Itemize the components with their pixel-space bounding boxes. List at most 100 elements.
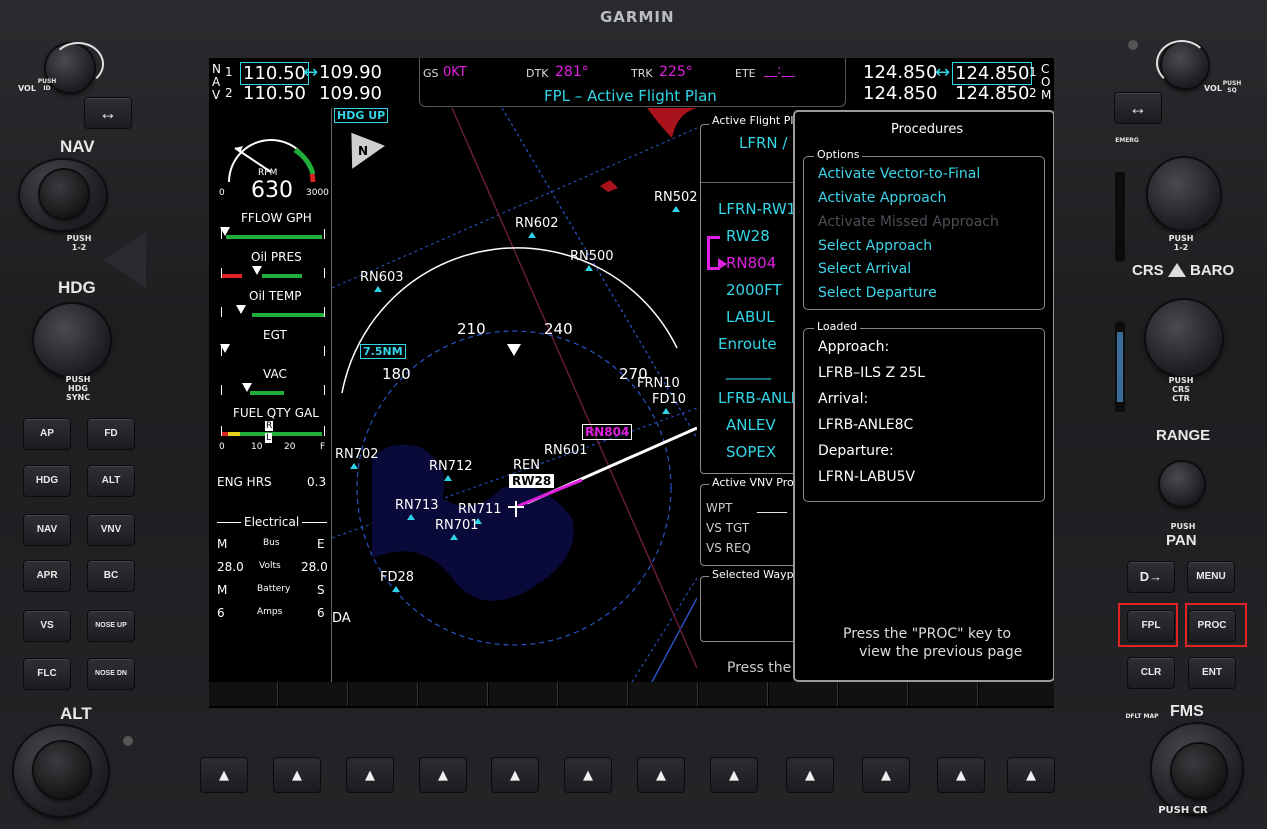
fpl-row-9[interactable]: SOPEX: [726, 443, 776, 461]
amps-left: 6: [217, 606, 225, 620]
com-knob[interactable]: [1148, 158, 1220, 230]
vs-button[interactable]: VS: [23, 610, 71, 642]
softkey-6[interactable]: ▲: [564, 757, 612, 793]
com1-standby-freq[interactable]: 124.850: [952, 62, 1033, 85]
alt-knob-inner[interactable]: [34, 742, 90, 798]
waypoint-rn601[interactable]: RN601: [544, 443, 588, 458]
clr-button[interactable]: CLR: [1127, 657, 1175, 689]
nose-dn-button[interactable]: NOSE DN: [87, 658, 135, 690]
softkey-11[interactable]: ▲: [937, 757, 985, 793]
direct-to-button[interactable]: D→: [1127, 561, 1175, 593]
ap-button[interactable]: AP: [23, 418, 71, 450]
waypoint-rn603-icon: [374, 286, 382, 292]
option-activate-vtf[interactable]: Activate Vector-to-Final: [818, 166, 980, 182]
waypoint-rn602[interactable]: RN602: [515, 216, 559, 231]
hdg-knob[interactable]: [34, 304, 110, 376]
fuel-green: [240, 432, 322, 436]
oil-temp-label: Oil TEMP: [249, 289, 302, 303]
waypoint-rn500[interactable]: RN500: [570, 249, 614, 264]
waypoint-frn10[interactable]: FRN10: [637, 376, 680, 391]
oil-pres-bar: [221, 266, 325, 278]
crs-baro-knob[interactable]: [1146, 300, 1222, 376]
fuel-right-marker: R: [265, 421, 274, 431]
option-activate-approach[interactable]: Activate Approach: [818, 190, 946, 206]
softkey-7[interactable]: ▲: [637, 757, 685, 793]
map-area[interactable]: HDG UP N 7.5NM 180 210 240 270 RN502 RN6…: [332, 108, 697, 682]
softkey-2[interactable]: ▲: [273, 757, 321, 793]
fpl-row-3[interactable]: 2000FT: [726, 281, 782, 299]
dtk-label: DTK: [526, 67, 549, 80]
nav1-index: 1: [225, 65, 233, 79]
softkey-1[interactable]: ▲: [200, 757, 248, 793]
procedures-title: Procedures: [891, 122, 964, 137]
fuel-mark-0: 0: [219, 442, 225, 452]
option-select-departure[interactable]: Select Departure: [818, 285, 937, 301]
fpl-row-5[interactable]: Enroute: [718, 335, 777, 353]
nose-up-button[interactable]: NOSE UP: [87, 610, 135, 642]
amps-label: Amps: [257, 607, 283, 617]
bc-button[interactable]: BC: [87, 560, 135, 592]
fd-button[interactable]: FD: [87, 418, 135, 450]
vnv-dashes: _____: [757, 499, 787, 513]
softkey-9[interactable]: ▲: [786, 757, 834, 793]
nav-button[interactable]: NAV: [23, 514, 71, 546]
nav-swap-button[interactable]: ↔: [84, 97, 132, 129]
loaded-departure-label: Departure:: [818, 443, 894, 459]
fms-knob-inner[interactable]: [1172, 744, 1226, 798]
waypoint-rn711[interactable]: RN711: [458, 502, 502, 517]
alt-button[interactable]: ALT: [87, 465, 135, 497]
fpl-row-8[interactable]: ANLEV: [726, 416, 776, 434]
bus-m: M: [217, 537, 228, 551]
egt-pointer: [220, 344, 230, 353]
softkey-12[interactable]: ▲: [1007, 757, 1055, 793]
electrical-label: Electrical: [241, 515, 303, 529]
waypoint-rn804[interactable]: RN804: [582, 424, 633, 440]
softkey-8[interactable]: ▲: [710, 757, 758, 793]
softkey-3[interactable]: ▲: [346, 757, 394, 793]
fuel-yellow: [228, 432, 240, 436]
option-select-arrival[interactable]: Select Arrival: [818, 261, 911, 277]
hdg-button[interactable]: HDG: [23, 465, 71, 497]
waypoint-rn702[interactable]: RN702: [335, 447, 379, 462]
waypoint-fd10[interactable]: FD10: [652, 392, 686, 407]
nav-letter-a: A: [212, 75, 221, 89]
options-header: Options: [814, 148, 863, 161]
ent-button[interactable]: ENT: [1188, 657, 1236, 689]
waypoint-rn712[interactable]: RN712: [429, 459, 473, 474]
right-indicator-dot: [1128, 40, 1138, 50]
nav-knob-inner[interactable]: [40, 170, 88, 218]
selected-waypoint-box: [700, 576, 802, 642]
waypoint-rw28[interactable]: RW28: [509, 474, 555, 488]
waypoint-ren[interactable]: REN: [513, 458, 540, 473]
fpl-row-1[interactable]: RW28: [726, 227, 770, 245]
loaded-approach-value: LFRB–ILS Z 25L: [818, 365, 926, 381]
waypoint-fd28[interactable]: FD28: [380, 570, 414, 585]
flc-button[interactable]: FLC: [23, 658, 71, 690]
oil-pres-pointer: [252, 266, 262, 275]
fflow-label: FFLOW GPH: [241, 211, 312, 225]
options-box[interactable]: Options Activate Vector-to-Final Activat…: [803, 148, 1045, 310]
loaded-arrival-label: Arrival:: [818, 391, 869, 407]
option-select-approach[interactable]: Select Approach: [818, 238, 932, 254]
softkey-label-11: [909, 682, 978, 706]
menu-button[interactable]: MENU: [1187, 561, 1235, 593]
vnv-button[interactable]: VNV: [87, 514, 135, 546]
fpl-row-4[interactable]: LABUL: [726, 308, 775, 326]
softkey-4[interactable]: ▲: [419, 757, 467, 793]
softkey-5[interactable]: ▲: [491, 757, 539, 793]
softkey-label-5: [489, 682, 558, 706]
waypoint-rn701[interactable]: RN701: [435, 518, 479, 533]
fpl-row-6[interactable]: ______: [726, 362, 771, 380]
vac-pointer: [242, 383, 252, 392]
waypoint-rn713[interactable]: RN713: [395, 498, 439, 513]
apr-button[interactable]: APR: [23, 560, 71, 592]
fms-push-label: PUSH CR: [1158, 805, 1208, 816]
nav1-active-freq[interactable]: 110.50: [240, 62, 309, 85]
range-joystick[interactable]: [1160, 462, 1204, 506]
waypoint-rn502[interactable]: RN502: [654, 190, 697, 205]
hdg-label: HDG: [58, 278, 96, 297]
softkey-10[interactable]: ▲: [862, 757, 910, 793]
fpl-row-2[interactable]: RN804: [726, 254, 776, 272]
com-swap-button[interactable]: ↔: [1114, 92, 1162, 124]
waypoint-rn603[interactable]: RN603: [360, 270, 404, 285]
